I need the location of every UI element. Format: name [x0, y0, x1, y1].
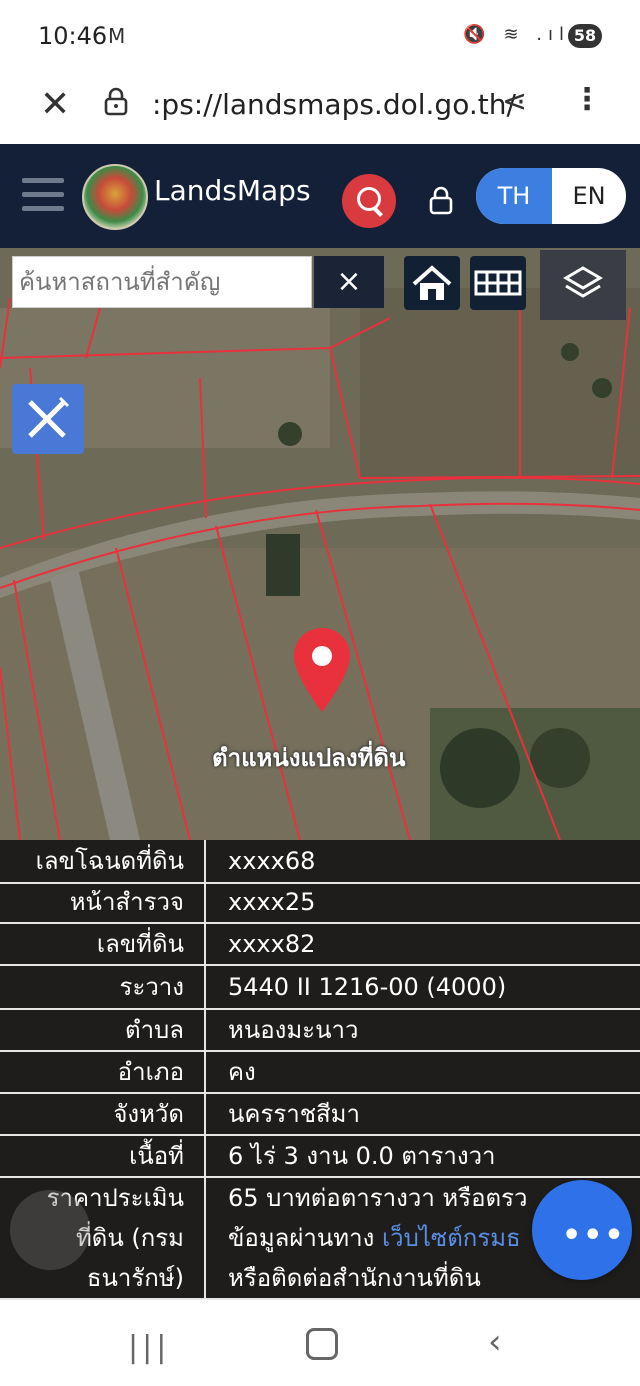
status-time: 10:46 — [38, 22, 108, 50]
info-key: จังหวัด — [113, 1100, 184, 1128]
info-value: xxxx68 — [228, 847, 316, 875]
table-row: เนื้อที่ 6 ไร่ 3 งาน 0.0 ตารางวา — [0, 1136, 640, 1178]
location-pin-icon[interactable] — [292, 626, 352, 714]
info-value: 5440 II 1216-00 (4000) — [228, 973, 507, 1001]
price-value-line3: หรือติดต่อสำนักงานที่ดิน — [228, 1264, 481, 1292]
table-row: เลขที่ดิน xxxx82 — [0, 924, 640, 966]
price-value-line1: 65 บาทต่อตารางวา หรือตรว — [228, 1184, 528, 1212]
status-bar: 10:46 M 🔇 ≋ .ıl 58 — [0, 0, 640, 72]
info-key: เลขโฉนดที่ดิน — [35, 847, 184, 875]
back-icon[interactable]: ‹ — [488, 1322, 502, 1362]
grid-button[interactable] — [470, 256, 526, 310]
browser-toolbar: ✕ :ps://landsmaps.dol.go.th/ ⋖ ⋮ — [0, 72, 640, 144]
info-value: หนองมะนาว — [228, 1016, 359, 1044]
info-value: xxxx82 — [228, 930, 316, 958]
price-key-line3: ธนารักษ์) — [86, 1264, 184, 1292]
app-header: LandsMaps TH EN — [0, 144, 640, 248]
home-icon — [412, 265, 452, 300]
treasury-website-link[interactable]: เว็บไซต์กรมธ — [382, 1224, 521, 1252]
measure-tool-button[interactable] — [12, 384, 84, 454]
more-actions-fab[interactable]: ••• — [532, 1180, 632, 1280]
signal-icons: 🔇 ≋ .ıl — [463, 24, 570, 45]
search-button[interactable] — [342, 174, 396, 228]
price-value-line2: ข้อมูลผ่านทาง — [228, 1224, 382, 1252]
pin-label: ตำแหน่งแปลงที่ดิน — [212, 744, 406, 772]
search-icon — [357, 187, 381, 211]
layers-button[interactable] — [540, 250, 626, 320]
lang-en-button[interactable]: EN — [552, 168, 626, 224]
lang-th-button[interactable]: TH — [476, 168, 552, 224]
table-row: เลขโฉนดที่ดิน xxxx68 — [0, 840, 640, 884]
grid-icon — [474, 270, 522, 296]
table-row: หน้าสำรวจ xxxx25 — [0, 882, 640, 924]
accessibility-button[interactable] — [10, 1190, 90, 1270]
info-key: เนื้อที่ — [129, 1142, 184, 1170]
info-key: ระวาง — [119, 973, 184, 1001]
lock-icon[interactable] — [104, 86, 128, 116]
info-value: xxxx25 — [228, 888, 316, 916]
price-key-line2: ที่ดิน (กรม — [75, 1224, 184, 1252]
menu-icon[interactable] — [22, 178, 64, 220]
brand-title: LandsMaps — [154, 174, 311, 207]
department-seal-logo — [82, 164, 148, 230]
table-row: อำเภอ คง — [0, 1052, 640, 1094]
system-nav-bar: ||| ‹ — [0, 1300, 640, 1386]
url-field[interactable]: :ps://landsmaps.dol.go.th/ — [152, 88, 516, 121]
close-icon[interactable]: ✕ — [40, 84, 70, 125]
info-value: นครราชสีมา — [228, 1100, 360, 1128]
info-key: หน้าสำรวจ — [69, 888, 184, 916]
info-key: เลขที่ดิน — [96, 930, 184, 958]
layers-icon — [563, 266, 603, 298]
share-icon[interactable]: ⋖ — [502, 84, 527, 119]
info-key: ตำบล — [124, 1016, 184, 1044]
clear-search-button[interactable]: × — [314, 256, 384, 308]
gmail-icon: M — [108, 24, 126, 48]
ruler-pencil-icon — [28, 396, 70, 438]
table-row: ตำบล หนองมะนาว — [0, 1010, 640, 1052]
login-lock-icon[interactable] — [428, 184, 454, 216]
recent-apps-icon[interactable]: ||| — [128, 1330, 170, 1365]
map-view[interactable]: × ตำแหน่งแปลงที่ดิน — [0, 248, 640, 840]
home-button[interactable] — [404, 256, 460, 310]
more-vert-icon[interactable]: ⋮ — [572, 82, 602, 117]
language-toggle[interactable]: TH EN — [476, 168, 626, 224]
info-key: อำเภอ — [117, 1058, 184, 1086]
info-value: 6 ไร่ 3 งาน 0.0 ตารางวา — [228, 1142, 496, 1170]
table-row: จังหวัด นครราชสีมา — [0, 1094, 640, 1136]
home-nav-icon[interactable] — [306, 1328, 338, 1360]
table-row: ระวาง 5440 II 1216-00 (4000) — [0, 966, 640, 1010]
search-input[interactable] — [12, 256, 312, 308]
more-horiz-icon: ••• — [562, 1218, 626, 1253]
info-value: คง — [228, 1058, 256, 1086]
battery-icon: 58 — [568, 24, 602, 48]
